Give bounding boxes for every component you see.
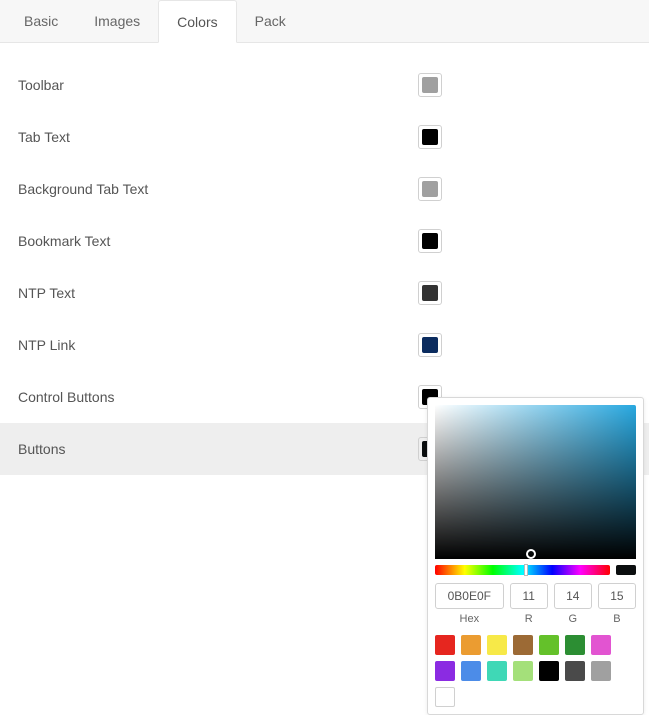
- color-row-label: NTP Text: [18, 285, 418, 301]
- sv-cursor[interactable]: [526, 549, 536, 559]
- hex-input[interactable]: [435, 583, 504, 609]
- sv-area[interactable]: [435, 405, 636, 559]
- tab-colors[interactable]: Colors: [158, 0, 236, 43]
- color-swatch-inner: [422, 129, 438, 145]
- hue-cursor[interactable]: [524, 564, 528, 576]
- color-swatch-inner: [422, 233, 438, 249]
- color-swatch-button[interactable]: [418, 73, 442, 97]
- palette-swatch[interactable]: [565, 661, 585, 681]
- color-swatch-button[interactable]: [418, 177, 442, 201]
- color-row: NTP Text: [0, 267, 649, 319]
- palette-swatch[interactable]: [435, 661, 455, 681]
- color-swatch-inner: [422, 337, 438, 353]
- b-label: B: [613, 613, 620, 625]
- palette-swatch[interactable]: [461, 661, 481, 681]
- color-row-label: Buttons: [18, 441, 418, 457]
- color-row-label: Background Tab Text: [18, 181, 418, 197]
- color-row: NTP Link: [0, 319, 649, 371]
- palette-swatch[interactable]: [565, 635, 585, 655]
- r-label: R: [525, 613, 533, 625]
- hue-slider[interactable]: [435, 565, 610, 575]
- palette-swatch[interactable]: [513, 635, 533, 655]
- b-input[interactable]: [598, 583, 636, 609]
- color-swatch-button[interactable]: [418, 333, 442, 357]
- color-row-label: Toolbar: [18, 77, 418, 93]
- palette-swatch[interactable]: [487, 635, 507, 655]
- tab-pack[interactable]: Pack: [237, 0, 304, 42]
- color-swatch-inner: [422, 285, 438, 301]
- palette-swatch[interactable]: [461, 635, 481, 655]
- color-swatch-button[interactable]: [418, 125, 442, 149]
- palette-swatch[interactable]: [591, 661, 611, 681]
- sv-black-gradient: [435, 405, 636, 559]
- palette-swatch[interactable]: [435, 687, 455, 707]
- color-row: Background Tab Text: [0, 163, 649, 215]
- current-color-swatch: [616, 565, 636, 575]
- color-row-label: Tab Text: [18, 129, 418, 145]
- color-row: Toolbar: [0, 59, 649, 111]
- palette-swatch[interactable]: [539, 635, 559, 655]
- color-row: Tab Text: [0, 111, 649, 163]
- color-row-label: Bookmark Text: [18, 233, 418, 249]
- tab-images[interactable]: Images: [76, 0, 158, 42]
- palette-swatch[interactable]: [591, 635, 611, 655]
- palette-swatch[interactable]: [435, 635, 455, 655]
- palette-swatch[interactable]: [539, 661, 559, 681]
- palette-swatch[interactable]: [487, 661, 507, 681]
- color-picker-popover: Hex R G B: [427, 397, 644, 715]
- g-input[interactable]: [554, 583, 592, 609]
- r-input[interactable]: [510, 583, 548, 609]
- g-label: G: [569, 613, 578, 625]
- color-swatch-inner: [422, 181, 438, 197]
- preset-palette: [435, 635, 636, 707]
- color-swatch-inner: [422, 77, 438, 93]
- hex-label: Hex: [460, 613, 480, 625]
- color-row: Bookmark Text: [0, 215, 649, 267]
- color-swatch-button[interactable]: [418, 229, 442, 253]
- color-row-label: Control Buttons: [18, 389, 418, 405]
- color-row-label: NTP Link: [18, 337, 418, 353]
- tabs-bar: BasicImagesColorsPack: [0, 0, 649, 43]
- color-swatch-button[interactable]: [418, 281, 442, 305]
- palette-swatch[interactable]: [513, 661, 533, 681]
- tab-basic[interactable]: Basic: [6, 0, 76, 42]
